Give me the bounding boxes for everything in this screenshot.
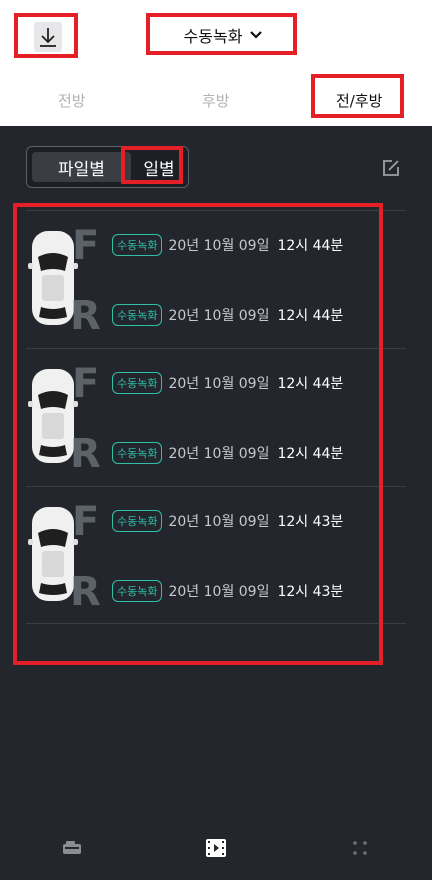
front-recording[interactable]: 수동녹화 20년 10월 09일 12시 44분: [112, 233, 343, 257]
recording-time: 12시 44분: [277, 238, 344, 254]
recording-time: 12시 44분: [277, 376, 344, 392]
video-file-icon[interactable]: [204, 836, 228, 860]
page-title: 수동녹화: [183, 27, 243, 46]
segment-by-day[interactable]: 일별: [131, 152, 187, 182]
download-button[interactable]: [34, 22, 62, 52]
recording-time: 12시 43분: [277, 514, 344, 530]
rear-recording[interactable]: 수동녹화 20년 10월 09일 12시 44분: [112, 303, 343, 327]
rear-recording[interactable]: 수동녹화 20년 10월 09일 12시 44분: [112, 441, 343, 465]
recording-time: 12시 44분: [277, 446, 344, 462]
status-badge: 수동녹화: [112, 372, 163, 394]
view-tabs: 전방 후방 전/후방: [0, 78, 432, 122]
recording-date: 20년 10월 09일: [168, 376, 270, 392]
view-mode-segment: 파일별 일별: [26, 146, 189, 188]
recording-date: 20년 10월 09일: [168, 514, 270, 530]
rear-recording[interactable]: 수동녹화 20년 10월 09일 12시 43분: [112, 579, 343, 603]
front-recording[interactable]: 수동녹화 20년 10월 09일 12시 44분: [112, 371, 343, 395]
recording-list: F R 수동녹화 20년 10월 09일 12시 44분 수동녹화 20년 10…: [26, 210, 406, 624]
recording-date: 20년 10월 09일: [168, 238, 270, 254]
top-bar: 수동녹화 전방 후방 전/후방: [0, 0, 432, 126]
front-camera-label: F: [72, 499, 100, 545]
segment-by-file[interactable]: 파일별: [32, 152, 131, 182]
front-camera-label: F: [72, 361, 100, 407]
recording-date: 20년 10월 09일: [168, 446, 270, 462]
dashcam-icon[interactable]: [60, 836, 84, 860]
tab-front-rear[interactable]: 전/후방: [336, 90, 382, 111]
status-badge: 수동녹화: [112, 442, 163, 464]
tab-rear[interactable]: 후방: [202, 90, 230, 111]
rear-camera-label: R: [70, 569, 101, 615]
recording-date: 20년 10월 09일: [168, 584, 270, 600]
recording-date: 20년 10월 09일: [168, 308, 270, 324]
download-icon: [40, 28, 56, 47]
list-item[interactable]: F R 수동녹화 20년 10월 09일 12시 44분 수동녹화 20년 10…: [26, 210, 406, 348]
tab-front[interactable]: 전방: [58, 90, 86, 111]
front-camera-label: F: [72, 223, 100, 269]
status-badge: 수동녹화: [112, 580, 163, 602]
list-item[interactable]: F R 수동녹화 20년 10월 09일 12시 43분 수동녹화 20년 10…: [26, 486, 406, 624]
grid-dots-icon[interactable]: [348, 836, 372, 860]
list-item[interactable]: F R 수동녹화 20년 10월 09일 12시 44분 수동녹화 20년 10…: [26, 348, 406, 486]
recording-time: 12시 43분: [277, 584, 344, 600]
status-badge: 수동녹화: [112, 510, 163, 532]
bottom-nav: [0, 822, 432, 880]
rear-camera-label: R: [70, 431, 101, 477]
rear-camera-label: R: [70, 293, 101, 339]
front-recording[interactable]: 수동녹화 20년 10월 09일 12시 43분: [112, 509, 343, 533]
edit-icon[interactable]: [381, 158, 401, 178]
status-badge: 수동녹화: [112, 304, 163, 326]
recording-type-dropdown[interactable]: 수동녹화: [150, 16, 296, 54]
chevron-down-icon: [250, 31, 263, 39]
status-badge: 수동녹화: [112, 234, 163, 256]
recording-time: 12시 44분: [277, 308, 344, 324]
